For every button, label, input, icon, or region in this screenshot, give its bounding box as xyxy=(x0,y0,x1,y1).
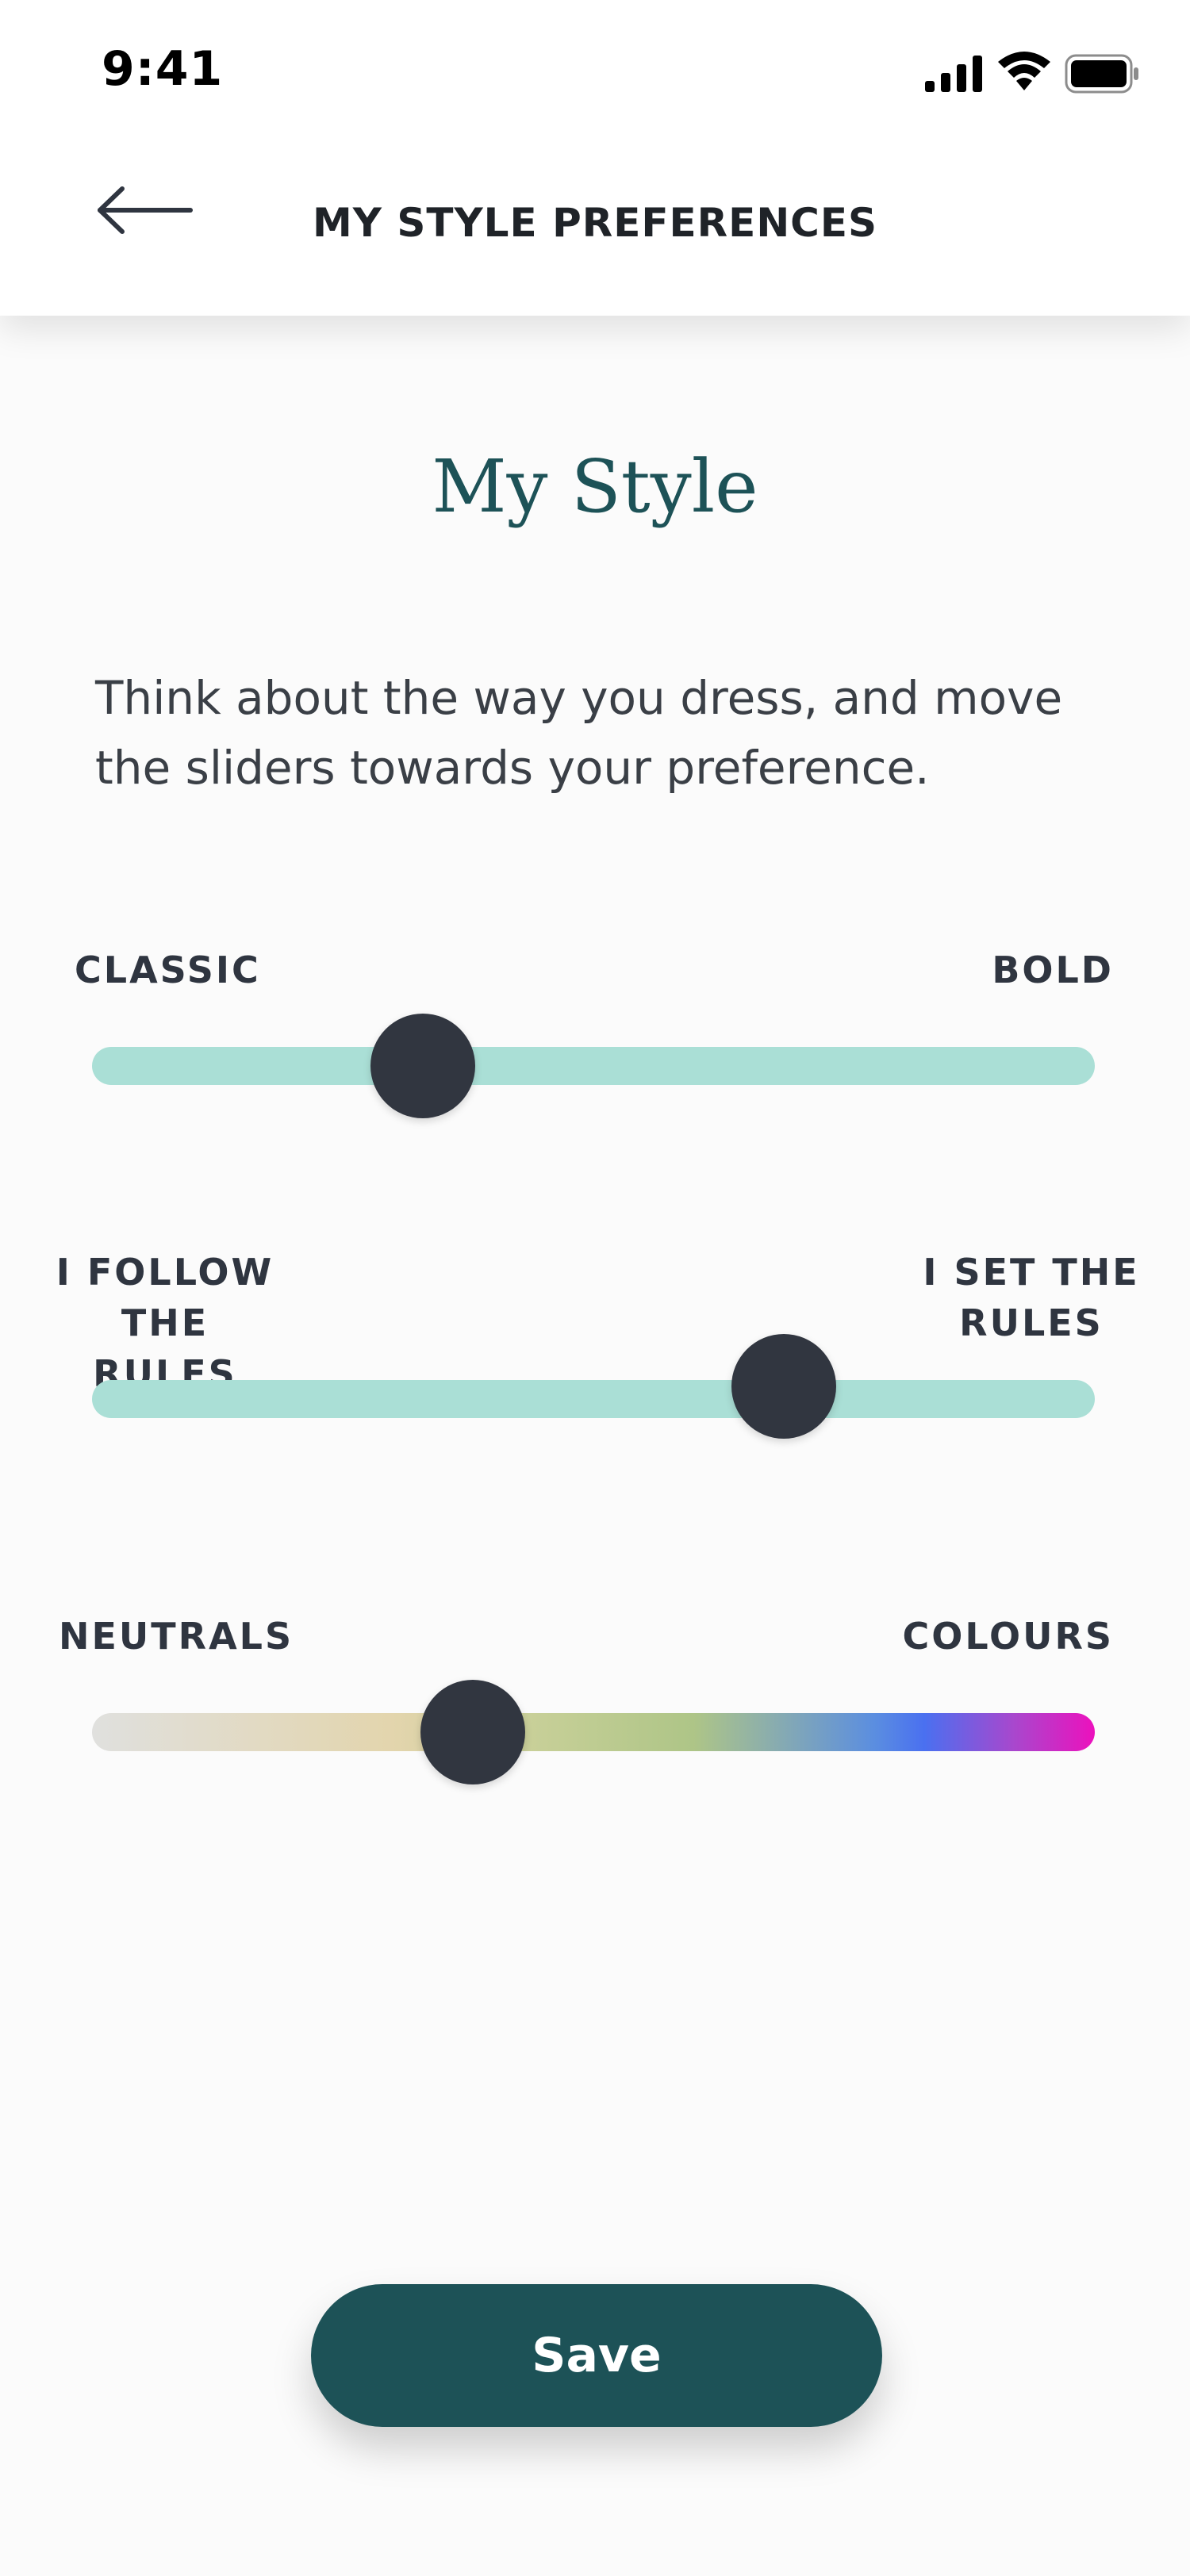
slider-set-rules-label: I SET THE RULES xyxy=(920,1247,1142,1348)
rules-slider-track[interactable] xyxy=(92,1380,1095,1418)
style-preferences-screen: 9:41 MY STYLE PREFERENCES My Style Think… xyxy=(0,0,1190,2576)
colour-slider-thumb[interactable] xyxy=(420,1680,526,1784)
slider-follow-rules-label: I FOLLOW RULES THE RULES xyxy=(54,1247,276,1399)
status-time: 9:41 xyxy=(102,41,224,97)
status-icons xyxy=(925,51,1139,97)
save-button[interactable]: Save xyxy=(311,2284,882,2427)
slider-classic-label: CLASSIC xyxy=(75,949,261,991)
slider-neutrals-label: NEUTRALS xyxy=(59,1615,294,1658)
page-title: MY STYLE PREFERENCES xyxy=(312,200,878,246)
intro-text: Think about the way you dress, and move … xyxy=(95,663,1111,803)
signal-icon xyxy=(925,56,982,92)
label-line: RULES xyxy=(959,1301,1104,1344)
wifi-icon xyxy=(998,52,1050,90)
label-line: I FOLLOW xyxy=(56,1251,274,1294)
label-line: I SET THE xyxy=(923,1251,1140,1294)
slider-bold-label: BOLD xyxy=(992,949,1114,991)
battery-icon xyxy=(1065,54,1138,94)
style-slider-track[interactable] xyxy=(92,1047,1095,1085)
intro-line: the sliders towards your preference. xyxy=(95,741,930,795)
section-title: My Style xyxy=(432,444,758,529)
style-slider-thumb[interactable] xyxy=(370,1014,476,1118)
slider-colours-label: COLOURS xyxy=(902,1615,1114,1658)
intro-line: Think about the way you dress, and move xyxy=(95,671,1063,725)
app-header: 9:41 MY STYLE PREFERENCES xyxy=(0,0,1190,316)
colour-slider-track[interactable] xyxy=(92,1713,1095,1751)
rules-slider-thumb[interactable] xyxy=(731,1334,837,1439)
